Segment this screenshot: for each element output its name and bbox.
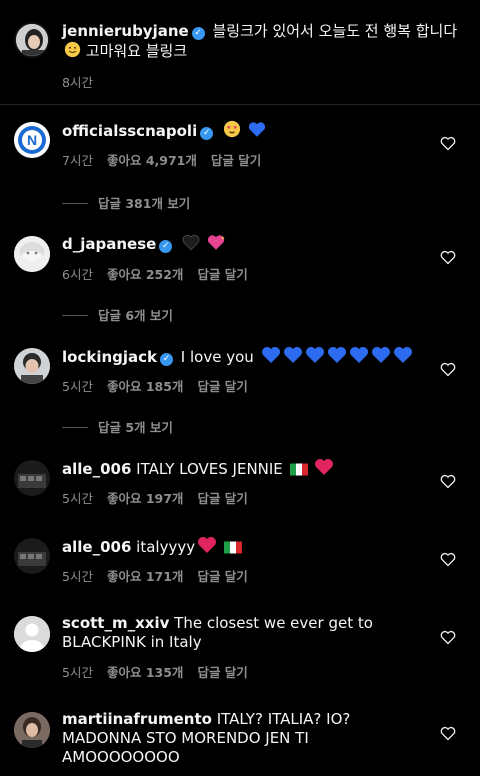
svg-text:✦: ✦ xyxy=(220,236,225,242)
comment-meta: 5시간 좋아요 171개 답글 달기 xyxy=(62,566,262,585)
comment-text: ITALY? ITALIA? IO? xyxy=(216,710,351,728)
comment-text: I love you xyxy=(180,348,254,366)
black-heart-icon xyxy=(182,234,200,251)
comment-username[interactable]: officialsscnapoli xyxy=(62,122,197,140)
reply-button[interactable]: 답글 달기 xyxy=(197,491,247,506)
star-struck-emoji-icon: ★ ★ xyxy=(223,120,241,138)
like-heart-icon[interactable] xyxy=(440,552,456,567)
like-count[interactable]: 좋아요 171개 xyxy=(107,569,183,584)
avatar-alle-006[interactable] xyxy=(14,538,50,574)
comment-time: 5시간 xyxy=(62,379,93,394)
comment-time: 5시간 xyxy=(62,665,93,680)
svg-text:N: N xyxy=(27,132,37,148)
like-count[interactable]: 좋아요 197개 xyxy=(107,491,183,506)
red-heart-icon xyxy=(198,537,217,553)
like-count[interactable]: 좋아요 185개 xyxy=(107,379,183,394)
comment-text-line2: BLACKPINK in Italy xyxy=(62,633,202,651)
comment-username[interactable]: scott_m_xxiv xyxy=(62,614,169,632)
svg-text:★: ★ xyxy=(226,125,231,131)
like-heart-icon[interactable] xyxy=(440,362,456,377)
like-count[interactable]: 좋아요 4,971개 xyxy=(107,153,197,168)
caption-text: 블링크가 있어서 오늘도 전 행복 합니다 xyxy=(212,22,458,40)
comment-meta: 5시간 좋아요 197개 답글 달기 xyxy=(62,488,262,507)
comment-meta: 6시간 좋아요 252개 답글 달기 xyxy=(62,264,262,283)
like-count[interactable]: 좋아요 135개 xyxy=(107,665,183,680)
comment-time: 5시간 xyxy=(62,569,93,584)
reply-button[interactable]: 답글 달기 xyxy=(197,379,247,394)
blue-hearts-icon xyxy=(259,347,413,366)
post-caption: jennierubyjane ✓ 블링크가 있어서 오늘도 전 행복 합니다 고마… xyxy=(0,0,480,104)
comment-text-line3: AMOOOOOOOO xyxy=(62,748,180,766)
caption-text-line2: 고마워요 블링크 xyxy=(85,42,188,60)
reply-button[interactable]: 답글 달기 xyxy=(197,665,247,680)
like-heart-icon[interactable] xyxy=(440,726,456,741)
italy-flag-icon xyxy=(289,463,308,476)
divider xyxy=(0,104,480,105)
avatar-default[interactable] xyxy=(14,616,50,652)
reply-button[interactable]: 답글 달기 xyxy=(211,153,261,168)
reply-button[interactable]: 답글 달기 xyxy=(197,569,247,584)
avatar-alle-006[interactable] xyxy=(14,460,50,496)
verified-badge-icon: ✓ xyxy=(200,127,214,140)
comment-meta: 7시간 좋아요 4,971개 답글 달기 xyxy=(62,150,275,169)
sparkling-heart-icon: ✦ xyxy=(207,235,225,250)
view-replies-button[interactable]: 답글 5개 보기 xyxy=(62,417,173,436)
verified-badge-icon: ✓ xyxy=(159,240,173,253)
view-replies-button[interactable]: 답글 6개 보기 xyxy=(62,305,173,324)
view-replies-button[interactable]: 답글 381개 보기 xyxy=(62,193,190,212)
comment-meta: 5시간 좋아요 135개 답글 달기 xyxy=(62,662,262,681)
comment-text: italyyyy xyxy=(136,538,196,556)
comment-text: ITALY LOVES JENNIE xyxy=(136,460,283,478)
comment-username[interactable]: alle_006 xyxy=(62,460,131,478)
like-heart-icon[interactable] xyxy=(440,630,456,645)
comment-meta: 5시간 좋아요 185개 답글 달기 xyxy=(62,376,262,395)
comment-time: 7시간 xyxy=(62,153,93,168)
svg-text:★: ★ xyxy=(233,125,238,131)
avatar-jennierubyjane[interactable] xyxy=(14,22,50,58)
caption-time: 8시간 xyxy=(62,75,93,90)
smile-emoji-icon xyxy=(64,41,81,58)
avatar-d-japanese[interactable] xyxy=(14,236,50,272)
comment-time: 6시간 xyxy=(62,267,93,282)
reply-button[interactable]: 답글 달기 xyxy=(197,267,247,282)
verified-badge-icon: ✓ xyxy=(191,27,205,40)
italy-flag-icon xyxy=(223,541,242,554)
blue-heart-icon xyxy=(248,122,265,137)
comment-text-line2: MADONNA STO MORENDO JEN TI xyxy=(62,729,309,747)
avatar-napoli[interactable]: N xyxy=(14,122,50,158)
caption-username[interactable]: jennierubyjane xyxy=(62,22,189,40)
like-heart-icon[interactable] xyxy=(440,250,456,265)
like-heart-icon[interactable] xyxy=(440,136,456,151)
comment-username[interactable]: martiinafrumento xyxy=(62,710,212,728)
comment-text: The closest we ever get to xyxy=(174,614,373,632)
verified-badge-icon: ✓ xyxy=(160,353,174,366)
comment-username[interactable]: lockingjack xyxy=(62,348,157,366)
comment-username[interactable]: d_japanese xyxy=(62,235,156,253)
avatar-lockingjack[interactable] xyxy=(14,348,50,384)
comment-time: 5시간 xyxy=(62,491,93,506)
comment-username[interactable]: alle_006 xyxy=(62,538,131,556)
red-heart-icon xyxy=(315,459,334,475)
like-heart-icon[interactable] xyxy=(440,474,456,489)
like-count[interactable]: 좋아요 252개 xyxy=(107,267,183,282)
avatar-martiinafrumento[interactable] xyxy=(14,712,50,748)
